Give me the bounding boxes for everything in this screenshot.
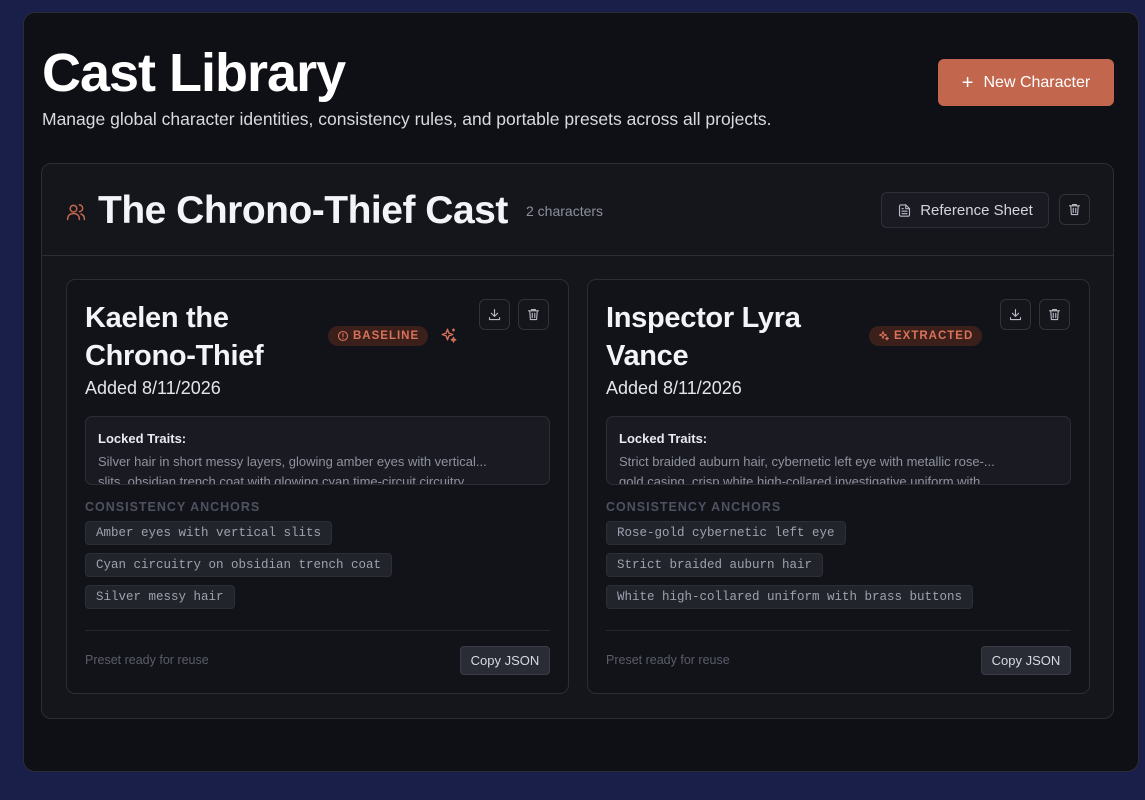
character-card: Kaelen the Chrono-Thief BASELINE Added 8… (66, 279, 569, 694)
locked-traits-label: Locked Traits: (98, 431, 187, 446)
cast-group: The Chrono-Thief Cast 2 characters Refer… (41, 163, 1114, 719)
added-date: Added 8/11/2026 (606, 378, 742, 398)
download-icon (1009, 308, 1022, 321)
card-divider (606, 630, 1071, 631)
character-card: Inspector Lyra Vance EXTRACTED Added 8/1… (587, 279, 1090, 694)
locked-traits-label: Locked Traits: (619, 431, 708, 446)
consistency-anchors-label: CONSISTENCY ANCHORS (85, 500, 261, 514)
badge-label: BASELINE (353, 330, 420, 342)
trash-icon (1068, 203, 1081, 216)
anchor-chip: Silver messy hair (85, 585, 235, 609)
added-date: Added 8/11/2026 (85, 378, 221, 398)
copy-json-button[interactable]: Copy JSON (981, 646, 1071, 675)
traits-line: slits, obsidian trench coat with glowing… (98, 474, 465, 485)
plus-icon: + (961, 71, 974, 94)
cast-library-window: Cast Library Manage global character ide… (23, 12, 1139, 772)
download-preset-button[interactable] (1000, 299, 1031, 330)
preset-status: Preset ready for reuse (606, 653, 730, 667)
download-preset-button[interactable] (479, 299, 510, 330)
trash-icon (527, 308, 540, 321)
alert-circle-icon (337, 330, 349, 342)
traits-line: Strict braided auburn hair, cybernetic l… (619, 454, 995, 469)
sparkles-icon (879, 331, 889, 341)
traits-line: Silver hair in short messy layers, glowi… (98, 454, 487, 469)
locked-traits-text: Silver hair in short messy layers, glowi… (98, 452, 537, 485)
sparkles-icon[interactable] (440, 327, 458, 345)
locked-traits-box: Locked Traits: Silver hair in short mess… (85, 416, 550, 485)
users-icon (66, 204, 86, 221)
cast-group-header: The Chrono-Thief Cast 2 characters Refer… (42, 164, 1113, 256)
new-character-label: New Character (983, 73, 1091, 91)
locked-traits-text: Strict braided auburn hair, cybernetic l… (619, 452, 1058, 485)
page-subtitle: Manage global character identities, cons… (42, 109, 772, 129)
anchor-chip: Rose-gold cybernetic left eye (606, 521, 846, 545)
baseline-badge: BASELINE (328, 326, 429, 346)
delete-character-button[interactable] (1039, 299, 1070, 330)
badge-label: EXTRACTED (894, 330, 974, 342)
locked-traits-box: Locked Traits: Strict braided auburn hai… (606, 416, 1071, 485)
reference-sheet-label: Reference Sheet (920, 201, 1033, 219)
download-icon (488, 308, 501, 321)
anchor-chip: White high-collared uniform with brass b… (606, 585, 974, 609)
anchor-chip: Strict braided auburn hair (606, 553, 824, 577)
traits-line: gold casing, crisp white high-collared i… (619, 474, 981, 485)
anchor-chip: Amber eyes with vertical slits (85, 521, 333, 545)
reference-sheet-button[interactable]: Reference Sheet (881, 192, 1049, 228)
page-title: Cast Library (42, 43, 346, 103)
copy-json-button[interactable]: Copy JSON (460, 646, 550, 675)
document-icon (899, 203, 911, 217)
trash-icon (1048, 308, 1061, 321)
card-divider (85, 630, 550, 631)
cast-group-title: The Chrono-Thief Cast (98, 189, 508, 232)
new-character-button[interactable]: + New Character (938, 59, 1114, 106)
consistency-anchors-label: CONSISTENCY ANCHORS (606, 500, 782, 514)
extracted-badge: EXTRACTED (869, 326, 983, 346)
delete-character-button[interactable] (518, 299, 549, 330)
delete-group-button[interactable] (1059, 194, 1090, 225)
character-name: Inspector Lyra Vance (606, 302, 801, 372)
preset-status: Preset ready for reuse (85, 653, 209, 667)
character-name: Kaelen the Chrono-Thief (85, 302, 264, 372)
anchor-chip: Cyan circuitry on obsidian trench coat (85, 553, 393, 577)
character-count: 2 characters (526, 203, 604, 219)
